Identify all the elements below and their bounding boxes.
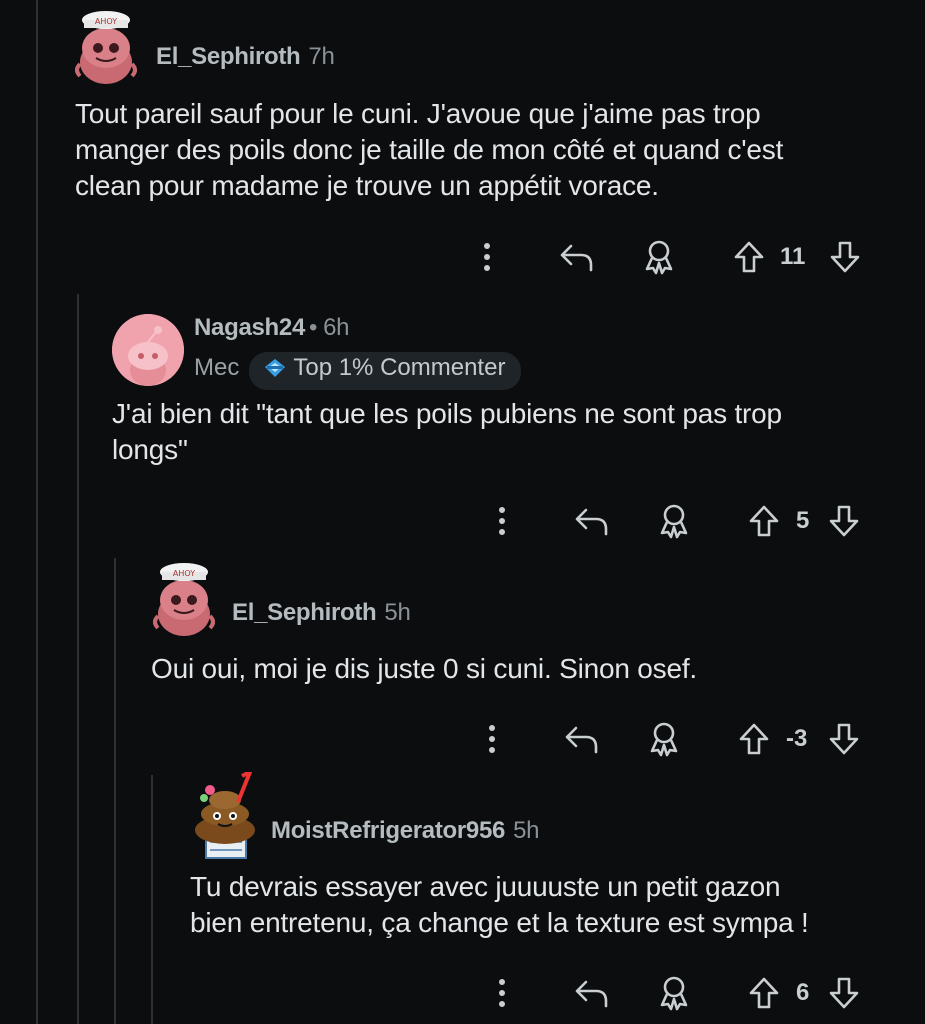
award-icon bbox=[645, 240, 673, 275]
comment-time: 5h bbox=[513, 817, 540, 844]
downvote-button[interactable] bbox=[824, 501, 864, 541]
comment-moistrefrigerator956: MoistRefrigerator956 5h Tu devrais essaye… bbox=[0, 767, 925, 1024]
meta-separator: • bbox=[309, 314, 318, 341]
author-name[interactable]: MoistRefrigerator956 bbox=[271, 817, 505, 844]
comment-time: 5h bbox=[384, 599, 411, 626]
award-button[interactable] bbox=[654, 501, 694, 541]
downvote-button[interactable] bbox=[824, 719, 864, 759]
more-options-button[interactable] bbox=[482, 973, 522, 1013]
comment-author[interactable]: El_Sephiroth 7h bbox=[156, 43, 335, 71]
upvote-icon bbox=[734, 241, 764, 273]
author-name[interactable]: El_Sephiroth bbox=[232, 599, 377, 626]
avatar[interactable]: AHOY bbox=[70, 6, 142, 88]
comment-nagash24: Nagash24 • 6h Mec Top 1% Commenter J'ai bie… bbox=[0, 290, 925, 552]
user-flair-row: Mec Top 1% Commenter bbox=[194, 352, 522, 390]
upvote-button[interactable] bbox=[729, 237, 769, 277]
comment-actions: -3 bbox=[472, 719, 892, 759]
vote-score: -3 bbox=[786, 725, 808, 752]
snoo-pirate-avatar-image: AHOY bbox=[75, 11, 137, 84]
upvote-icon bbox=[739, 723, 769, 755]
poop-snoo-avatar-image bbox=[195, 767, 255, 859]
comment-author[interactable]: MoistRefrigerator956 5h bbox=[271, 817, 539, 845]
more-options-button[interactable] bbox=[467, 237, 507, 277]
reply-button[interactable] bbox=[562, 719, 602, 759]
svg-text:AHOY: AHOY bbox=[95, 17, 117, 26]
comment-body: J'ai bien dit "tant que les poils pubien… bbox=[112, 398, 782, 465]
more-options-button[interactable] bbox=[472, 719, 512, 759]
comment-body: Tout pareil sauf pour le cuni. J'avoue q… bbox=[75, 98, 784, 201]
comment-time: 7h bbox=[308, 43, 335, 70]
more-options-icon bbox=[484, 243, 490, 271]
reply-icon bbox=[575, 508, 608, 536]
comment-actions: 6 bbox=[482, 973, 902, 1013]
upvote-button[interactable] bbox=[734, 719, 774, 759]
reply-icon bbox=[560, 244, 593, 272]
more-options-button[interactable] bbox=[482, 501, 522, 541]
award-button[interactable] bbox=[639, 237, 679, 277]
upvote-icon bbox=[749, 977, 779, 1009]
comment-el-sephiroth-1: AHOY El_Sephiroth 7h Tout pareil sauf pou… bbox=[0, 0, 925, 290]
top-commenter-badge[interactable]: Top 1% Commenter bbox=[249, 352, 522, 390]
comment-actions: 5 bbox=[482, 501, 902, 541]
reply-icon bbox=[565, 726, 598, 754]
comment-body: Oui oui, moi je dis juste 0 si cuni. Sin… bbox=[151, 653, 698, 684]
vote-score: 5 bbox=[796, 507, 810, 534]
comment-author[interactable]: El_Sephiroth 5h bbox=[232, 599, 411, 627]
vote-score: 6 bbox=[796, 979, 810, 1006]
upvote-button[interactable] bbox=[744, 501, 784, 541]
award-icon bbox=[660, 504, 688, 539]
more-options-icon bbox=[489, 725, 495, 753]
downvote-icon bbox=[830, 241, 860, 273]
downvote-icon bbox=[829, 977, 859, 1009]
default-snoo-avatar-image bbox=[112, 314, 184, 386]
reply-icon bbox=[575, 980, 608, 1008]
more-options-icon bbox=[499, 507, 505, 535]
avatar[interactable]: AHOY bbox=[148, 558, 220, 640]
comment-time: 6h bbox=[323, 314, 350, 341]
comment-el-sephiroth-2: AHOY El_Sephiroth 5h Oui oui, moi je dis … bbox=[0, 552, 925, 770]
downvote-icon bbox=[829, 723, 859, 755]
reply-button[interactable] bbox=[557, 237, 597, 277]
reply-button[interactable] bbox=[572, 501, 612, 541]
downvote-button[interactable] bbox=[824, 973, 864, 1013]
award-icon bbox=[650, 722, 678, 757]
more-options-icon bbox=[499, 979, 505, 1007]
author-name[interactable]: Nagash24 bbox=[194, 314, 305, 341]
upvote-button[interactable] bbox=[744, 973, 784, 1013]
svg-text:AHOY: AHOY bbox=[173, 569, 195, 578]
user-flair: Mec bbox=[194, 354, 240, 381]
award-button[interactable] bbox=[644, 719, 684, 759]
award-button[interactable] bbox=[654, 973, 694, 1013]
upvote-icon bbox=[749, 505, 779, 537]
award-icon bbox=[660, 976, 688, 1011]
comment-actions: 11 bbox=[467, 237, 887, 277]
avatar[interactable] bbox=[190, 767, 260, 864]
badge-label: Top 1% Commenter bbox=[293, 354, 506, 381]
avatar[interactable] bbox=[112, 314, 184, 386]
top-commenter-badge-icon bbox=[263, 357, 287, 386]
comment-body: Tu devrais essayer avec juuuuste un peti… bbox=[190, 871, 809, 938]
downvote-button[interactable] bbox=[825, 237, 865, 277]
author-name[interactable]: El_Sephiroth bbox=[156, 43, 301, 70]
vote-score: 11 bbox=[780, 243, 806, 270]
comment-author[interactable]: Nagash24 • 6h bbox=[194, 314, 350, 342]
snoo-pirate-avatar-image: AHOY bbox=[153, 563, 215, 636]
downvote-icon bbox=[829, 505, 859, 537]
reply-button[interactable] bbox=[572, 973, 612, 1013]
